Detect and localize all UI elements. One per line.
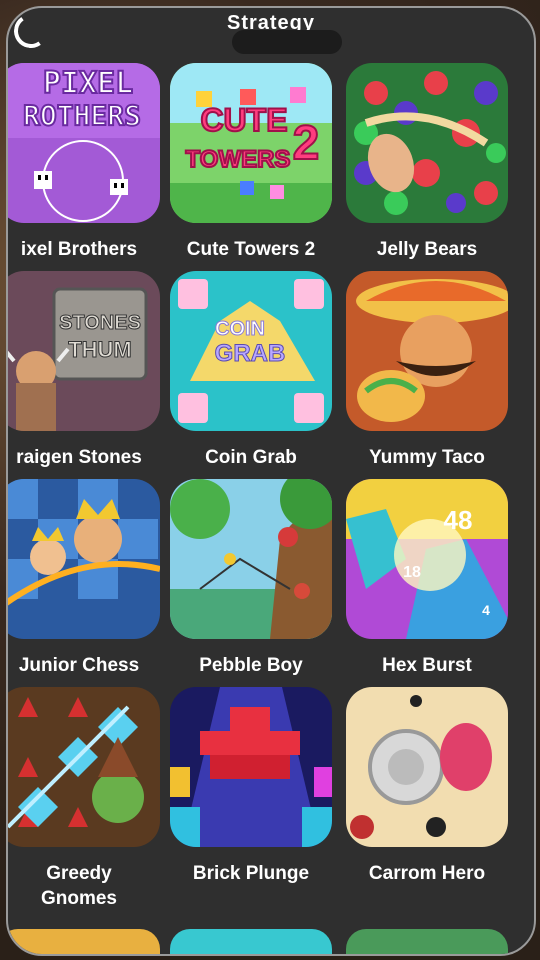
game-thumbnail[interactable]: 48 18 4 bbox=[346, 479, 508, 639]
game-title[interactable]: Coin Grab bbox=[161, 445, 341, 470]
top-bar: Strategy bbox=[8, 8, 534, 54]
game-thumbnail[interactable] bbox=[346, 929, 508, 954]
game-title[interactable]: Pebble Boy bbox=[161, 653, 341, 678]
app-frame: Strategy PIXEL ROTHERS ixel Brothers CUT… bbox=[6, 6, 536, 956]
art-text: 18 bbox=[403, 564, 421, 581]
game-thumbnail[interactable] bbox=[8, 479, 160, 639]
game-thumbnail[interactable]: COIN GRAB bbox=[170, 271, 332, 431]
game-tile-cute-towers-2[interactable]: CUTE TOWERS 2 Cute Towers 2 bbox=[170, 63, 332, 262]
game-title[interactable]: Junior Chess bbox=[8, 653, 169, 678]
game-thumbnail[interactable] bbox=[170, 687, 332, 847]
game-title[interactable]: Yummy Taco bbox=[337, 445, 517, 470]
art-text: 2 bbox=[293, 117, 320, 170]
game-tile-pixel-brothers[interactable]: PIXEL ROTHERS ixel Brothers bbox=[8, 63, 160, 262]
art-text: ROTHERS bbox=[23, 99, 141, 132]
game-thumbnail[interactable]: CUTE TOWERS 2 bbox=[170, 63, 332, 223]
game-tile-carrom-hero[interactable]: Carrom Hero bbox=[346, 687, 508, 886]
game-title[interactable]: Cute Towers 2 bbox=[161, 237, 341, 262]
game-title[interactable]: Hex Burst bbox=[337, 653, 517, 678]
game-title[interactable]: ixel Brothers bbox=[8, 237, 169, 262]
game-thumbnail[interactable] bbox=[170, 929, 332, 954]
game-tile-jelly-bears[interactable]: Jelly Bears bbox=[346, 63, 508, 262]
game-thumbnail[interactable] bbox=[346, 63, 508, 223]
art-text: COIN bbox=[215, 318, 265, 340]
game-tile-partial[interactable] bbox=[8, 929, 160, 954]
game-thumbnail[interactable] bbox=[170, 479, 332, 639]
game-tile-yummy-taco[interactable]: Yummy Taco bbox=[346, 271, 508, 470]
game-thumbnail[interactable] bbox=[8, 687, 160, 847]
game-tile-partial[interactable] bbox=[170, 929, 332, 954]
game-title[interactable]: Carrom Hero bbox=[337, 861, 517, 886]
game-tile-brick-plunge[interactable]: Brick Plunge bbox=[170, 687, 332, 886]
camera-notch bbox=[232, 30, 342, 54]
game-thumbnail[interactable] bbox=[346, 687, 508, 847]
game-tile-kraigen-stones[interactable]: STONES THUM raigen Stones bbox=[8, 271, 160, 470]
art-text: CUTE bbox=[200, 102, 287, 138]
art-text: STONES bbox=[59, 312, 141, 334]
art-text: 48 bbox=[444, 505, 473, 535]
game-tile-greedy-gnomes[interactable]: Greedy Gnomes bbox=[8, 687, 160, 911]
game-title[interactable]: Jelly Bears bbox=[337, 237, 517, 262]
game-tile-hex-burst[interactable]: 48 18 4 Hex Burst bbox=[346, 479, 508, 678]
game-tile-partial[interactable] bbox=[346, 929, 508, 954]
art-text: GRAB bbox=[215, 340, 286, 367]
game-title[interactable]: Greedy Gnomes bbox=[8, 861, 169, 911]
art-text: THUM bbox=[68, 337, 132, 362]
game-thumbnail[interactable] bbox=[8, 929, 160, 954]
game-tile-junior-chess[interactable]: Junior Chess bbox=[8, 479, 160, 678]
art-text: PIXEL bbox=[43, 66, 133, 101]
game-tile-coin-grab[interactable]: COIN GRAB Coin Grab bbox=[170, 271, 332, 470]
game-thumbnail[interactable]: PIXEL ROTHERS bbox=[8, 63, 160, 223]
game-tile-pebble-boy[interactable]: Pebble Boy bbox=[170, 479, 332, 678]
game-thumbnail[interactable]: STONES THUM bbox=[8, 271, 160, 431]
game-thumbnail[interactable] bbox=[346, 271, 508, 431]
art-text: 4 bbox=[482, 602, 490, 618]
game-title[interactable]: Brick Plunge bbox=[161, 861, 341, 886]
art-text: TOWERS bbox=[186, 146, 291, 173]
game-title[interactable]: raigen Stones bbox=[8, 445, 169, 470]
